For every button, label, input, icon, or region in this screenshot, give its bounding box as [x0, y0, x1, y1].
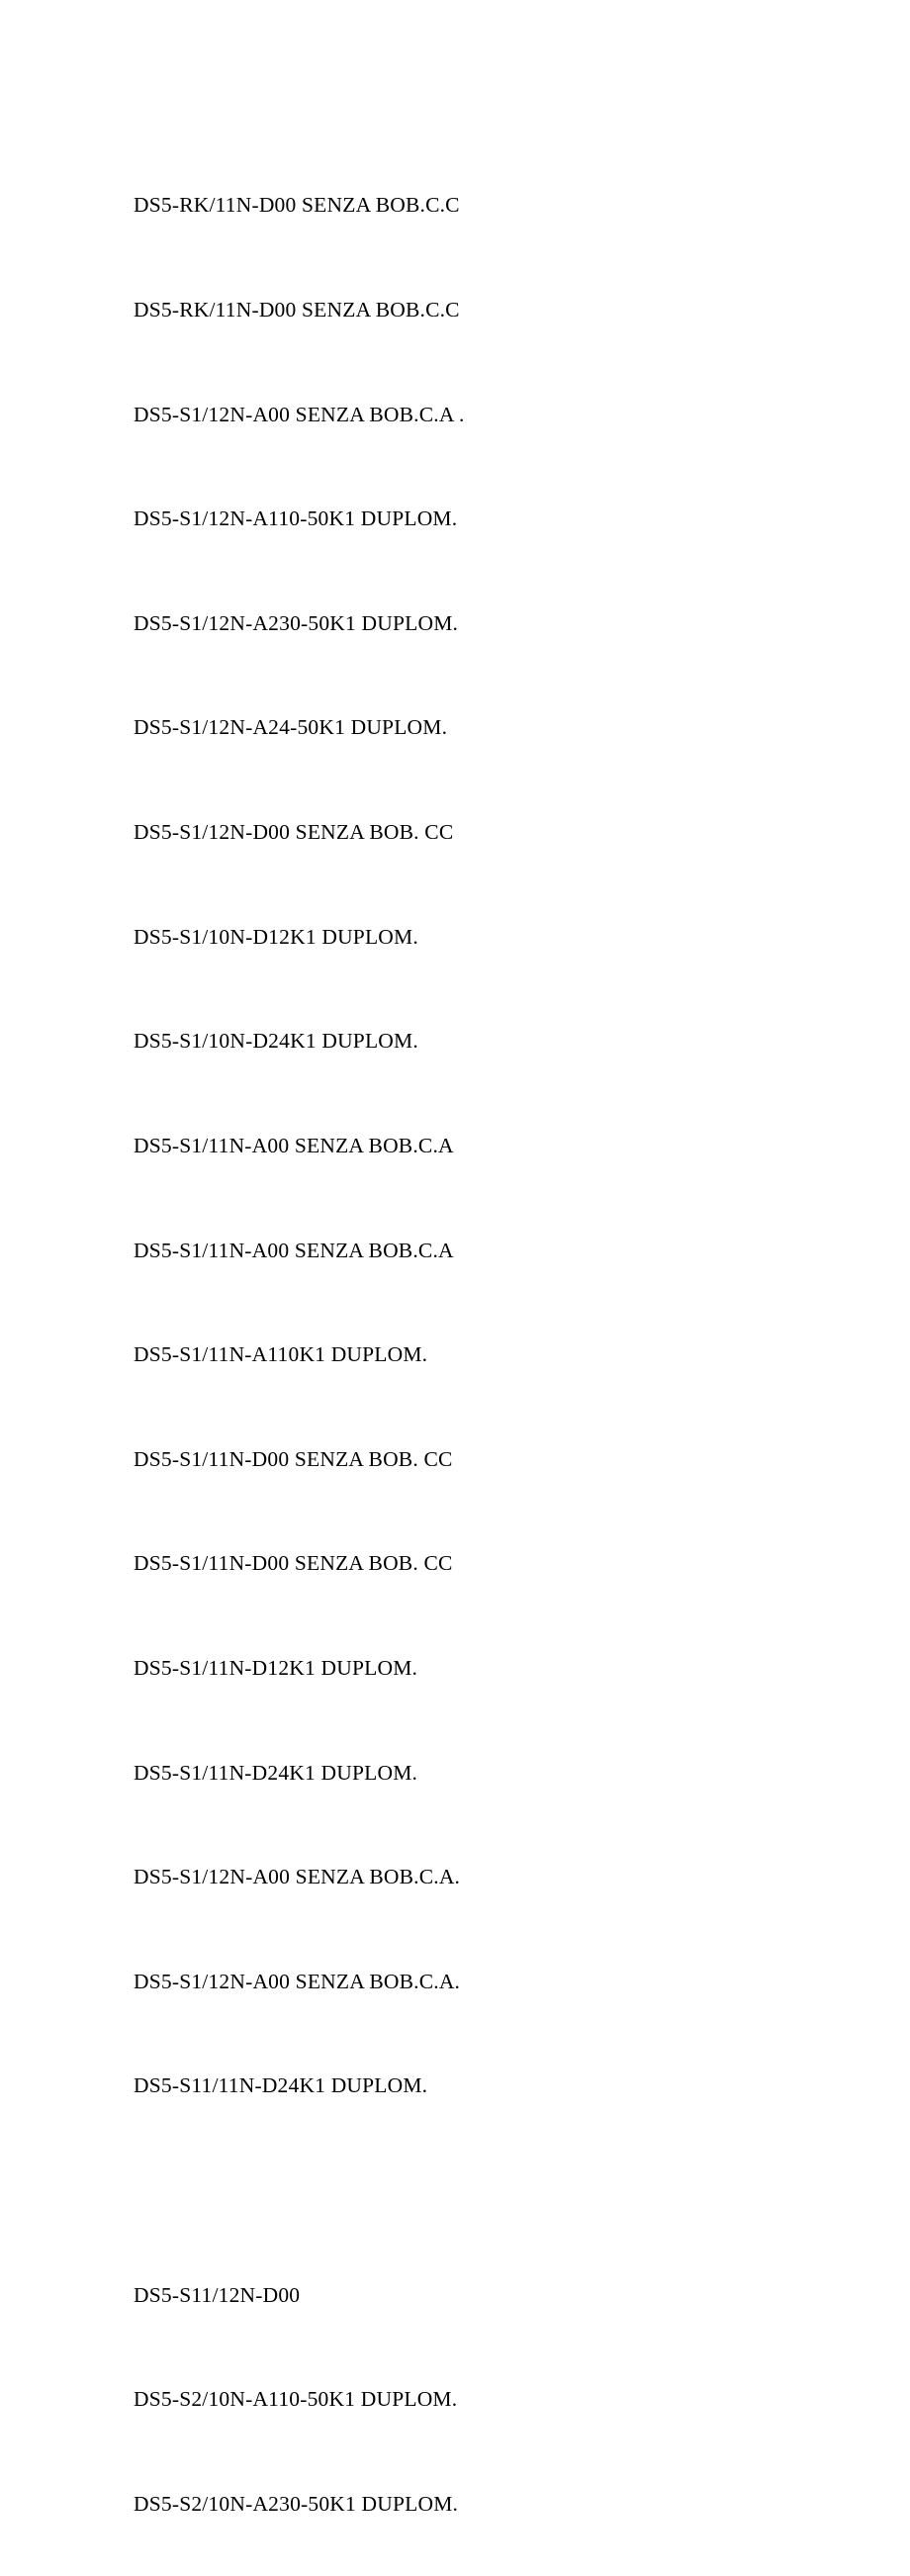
- list-item: DS5-S11/12N-D00: [134, 2278, 910, 2313]
- list-item: DS5-S1/11N-D00 SENZA BOB. CC: [134, 1546, 910, 1581]
- list-item: DS5-S1/12N-A230-50K1 DUPLOM.: [134, 606, 910, 641]
- list-item: DS5-S1/11N-D00 SENZA BOB. CC: [134, 1442, 910, 1477]
- list-item: DS5-RK/11N-D00 SENZA BOB.C.C: [134, 293, 910, 327]
- list-item: DS5-S1/11N-A00 SENZA BOB.C.A: [134, 1234, 910, 1268]
- list-item: DS5-S1/10N-D24K1 DUPLOM.: [134, 1024, 910, 1058]
- list-item: DS5-S1/11N-D24K1 DUPLOM.: [134, 1756, 910, 1791]
- list-item: DS5-RK/11N-D00 SENZA BOB.C.C: [134, 188, 910, 223]
- list-item: DS5-S1/12N-A24-50K1 DUPLOM.: [134, 710, 910, 745]
- list-item: DS5-S1/12N-A00 SENZA BOB.C.A .: [134, 398, 910, 432]
- paragraph-break: [134, 2173, 910, 2208]
- list-item: DS5-S2/10N-A110-50K1 DUPLOM.: [134, 2382, 910, 2417]
- document-page: DS5-RK/11N-D00 SENZA BOB.C.C DS5-RK/11N-…: [0, 0, 910, 2576]
- list-item: DS5-S2/10N-A230-50K1 DUPLOM.: [134, 2487, 910, 2522]
- list-item: DS5-S1/11N-A110K1 DUPLOM.: [134, 1337, 910, 1372]
- list-item: DS5-S1/12N-A00 SENZA BOB.C.A.: [134, 1860, 910, 1894]
- list-item: DS5-S11/11N-D24K1 DUPLOM.: [134, 2069, 910, 2103]
- list-item: DS5-S1/12N-A00 SENZA BOB.C.A.: [134, 1965, 910, 1999]
- list-item: DS5-S1/12N-A110-50K1 DUPLOM.: [134, 502, 910, 536]
- list-item: DS5-S1/12N-D00 SENZA BOB. CC: [134, 815, 910, 850]
- list-item: DS5-S1/11N-D12K1 DUPLOM.: [134, 1651, 910, 1686]
- list-item: DS5-S1/10N-D12K1 DUPLOM.: [134, 920, 910, 955]
- list-item: DS5-S1/11N-A00 SENZA BOB.C.A: [134, 1129, 910, 1163]
